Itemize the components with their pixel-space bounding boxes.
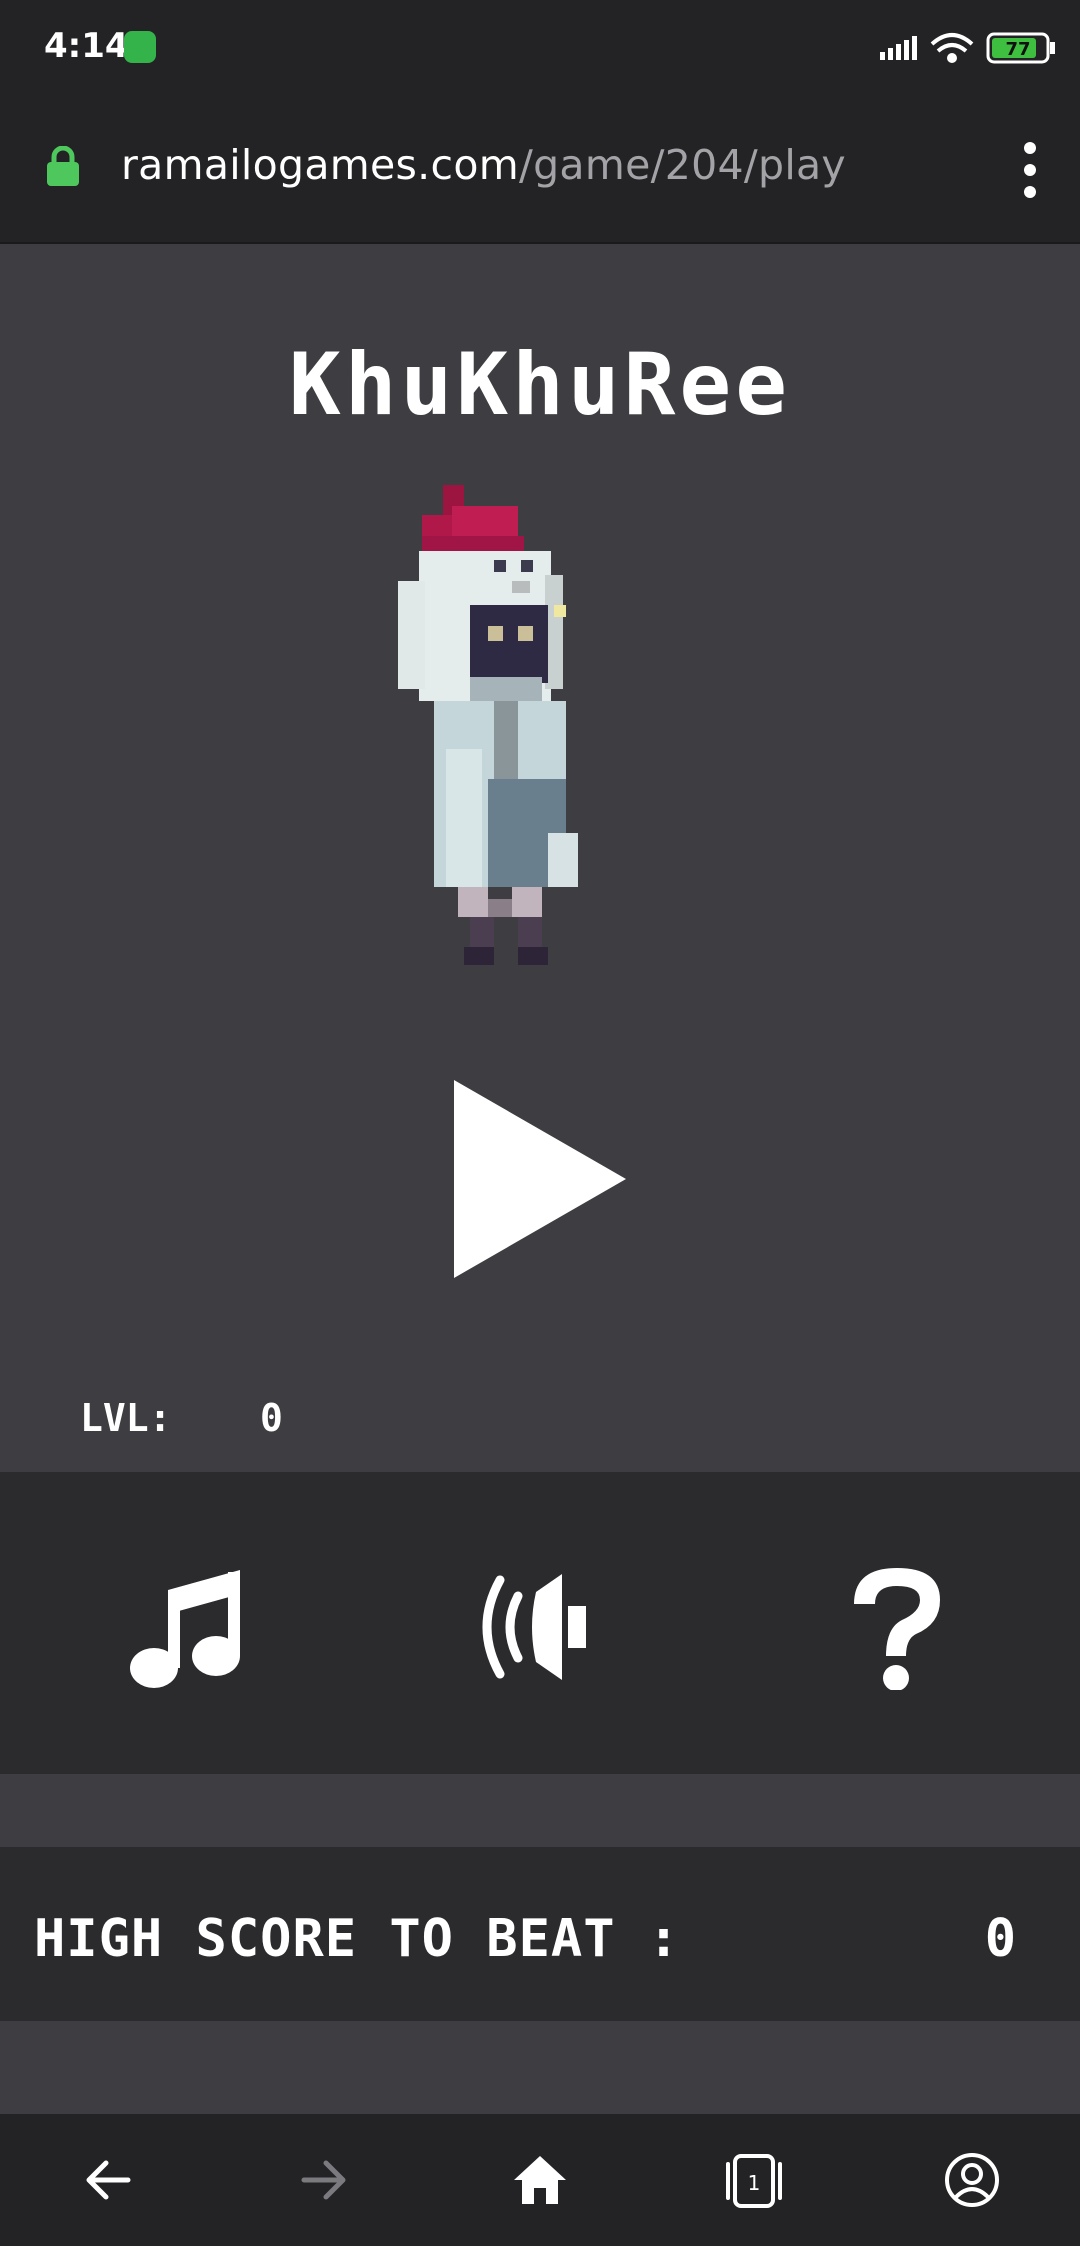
sound-toggle-button[interactable]: [470, 1562, 620, 1692]
back-arrow-icon[interactable]: [78, 2150, 138, 2210]
high-score-panel: HIGH SCORE TO BEAT : 0: [0, 1847, 1080, 2021]
bottom-navigation-bar: 1: [0, 2114, 1080, 2246]
music-toggle-button[interactable]: [124, 1560, 254, 1690]
control-panel: [0, 1472, 1080, 1774]
notification-app-icon: [124, 31, 156, 63]
status-bar: 4:14 77: [0, 0, 1080, 96]
play-icon: [454, 1080, 626, 1278]
play-button[interactable]: [454, 1080, 626, 1278]
signal-icon: [880, 36, 917, 60]
more-menu-icon[interactable]: [1020, 138, 1040, 202]
chicken-character-image: [398, 485, 578, 965]
forward-arrow-icon[interactable]: [294, 2150, 354, 2210]
level-indicator: LVL: 0: [80, 1396, 283, 1440]
url-domain: ramailogames.com: [121, 141, 519, 189]
account-icon[interactable]: [942, 2150, 1002, 2210]
level-label: LVL:: [80, 1396, 172, 1440]
browser-url-bar[interactable]: ramailogames.com/game/204/play: [0, 96, 1080, 244]
game-title: KhuKhuRee: [289, 335, 791, 435]
url-path: /game/204/play: [518, 141, 846, 189]
url-text[interactable]: ramailogames.com/game/204/play: [121, 141, 846, 189]
status-icons: 77: [880, 32, 1055, 64]
svg-text:1: 1: [748, 2171, 761, 2195]
status-time: 4:14: [44, 26, 129, 66]
speaker-icon: [482, 1574, 586, 1680]
level-value: 0: [260, 1396, 283, 1440]
help-button[interactable]: [832, 1560, 962, 1690]
lock-icon[interactable]: [46, 146, 80, 186]
home-icon[interactable]: [510, 2150, 570, 2210]
high-score-label: HIGH SCORE TO BEAT :: [34, 1909, 681, 1969]
wifi-icon: [930, 33, 974, 63]
battery-icon: 77: [986, 32, 1055, 64]
music-note-icon: [130, 1570, 240, 1688]
high-score-value: 0: [984, 1909, 1016, 1969]
question-mark-icon: [854, 1568, 940, 1690]
tabs-icon[interactable]: 1: [724, 2150, 784, 2210]
svg-text:77: 77: [1005, 39, 1030, 60]
